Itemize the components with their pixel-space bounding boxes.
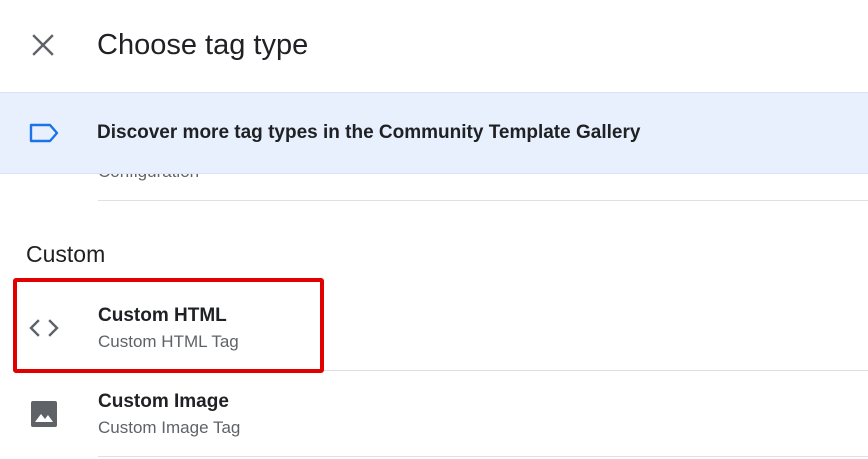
dialog-header: Choose tag type bbox=[0, 0, 868, 92]
image-icon bbox=[26, 396, 62, 432]
community-template-gallery-banner[interactable]: Discover more tag types in the Community… bbox=[0, 92, 868, 174]
previous-item-description: Configuration bbox=[98, 174, 199, 183]
dialog-title: Choose tag type bbox=[97, 29, 309, 61]
tag-item-description: Custom Image Tag bbox=[98, 418, 241, 437]
section-heading-custom: Custom bbox=[26, 241, 106, 267]
list-divider bbox=[98, 456, 868, 457]
tag-item-name: Custom Image bbox=[98, 391, 229, 412]
code-icon bbox=[26, 310, 62, 346]
label-icon bbox=[29, 123, 59, 143]
tag-type-list[interactable]: Configuration Custom Custom HTML Custom … bbox=[0, 174, 868, 459]
tag-item-custom-html[interactable]: Custom HTML Custom HTML Tag bbox=[0, 284, 868, 370]
list-divider bbox=[98, 200, 868, 201]
tag-item-name: Custom HTML bbox=[98, 305, 227, 326]
close-button[interactable] bbox=[24, 26, 62, 64]
banner-text: Discover more tag types in the Community… bbox=[97, 122, 641, 143]
tag-item-description: Custom HTML Tag bbox=[98, 332, 239, 351]
choose-tag-type-dialog: Choose tag type Discover more tag types … bbox=[0, 0, 868, 459]
tag-item-custom-image[interactable]: Custom Image Custom Image Tag bbox=[0, 370, 868, 456]
close-icon bbox=[32, 34, 54, 56]
